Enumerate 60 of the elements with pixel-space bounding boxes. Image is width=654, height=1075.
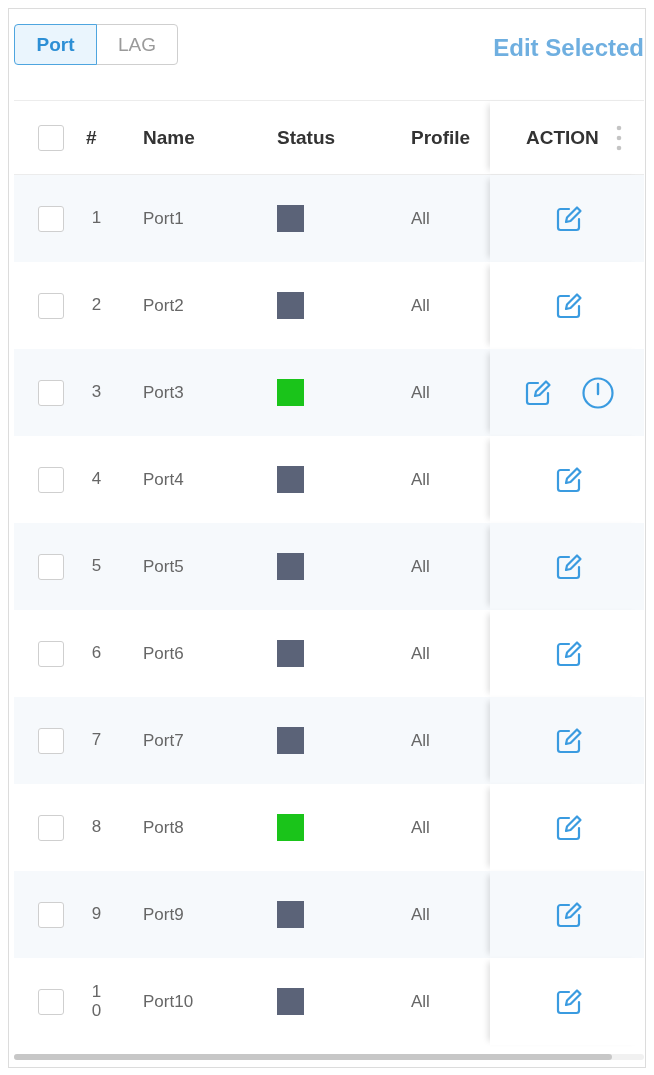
port-name: Port9	[143, 904, 184, 925]
row-checkbox[interactable]	[38, 988, 64, 1015]
row-number: 2	[91, 296, 102, 315]
column-header: Status	[277, 126, 336, 149]
row-number: 9	[91, 905, 102, 924]
column-header: ACTION	[526, 126, 599, 149]
row-checkbox[interactable]	[38, 901, 64, 928]
port-name: Port3	[143, 382, 184, 403]
port-name: Port8	[143, 817, 184, 838]
column-header: Profile	[411, 126, 471, 149]
port-name: Port6	[143, 643, 184, 664]
port-name: Port5	[143, 556, 184, 577]
profile-value: All	[411, 556, 430, 577]
power-icon[interactable]	[582, 376, 614, 409]
profile-value: All	[411, 469, 430, 490]
row-checkbox[interactable]	[38, 205, 64, 232]
row-number: 7	[91, 731, 102, 750]
edit-icon[interactable]	[555, 552, 583, 581]
port-name: Port10	[143, 991, 194, 1012]
edit-icon[interactable]	[555, 900, 583, 929]
row-checkbox[interactable]	[38, 292, 64, 319]
port-name: Port4	[143, 469, 184, 490]
profile-value: All	[411, 382, 430, 403]
port-name: Port2	[143, 295, 184, 316]
edit-icon[interactable]	[555, 726, 583, 755]
edit-icon[interactable]	[555, 291, 583, 320]
column-header: #	[86, 126, 97, 149]
edit-icon[interactable]	[555, 465, 583, 494]
row-checkbox[interactable]	[38, 553, 64, 580]
profile-value: All	[411, 643, 430, 664]
row-number: 3	[91, 383, 102, 402]
port-name: Port1	[143, 208, 184, 229]
row-number: 10	[91, 982, 102, 1021]
row-number: 8	[91, 818, 102, 837]
row-checkbox[interactable]	[38, 466, 64, 493]
row-number: 1	[91, 209, 102, 228]
row-checkbox[interactable]	[38, 379, 64, 406]
tab[interactable]: LAG	[96, 24, 178, 65]
port-name: Port7	[143, 730, 184, 751]
profile-value: All	[411, 730, 430, 751]
profile-value: All	[411, 295, 430, 316]
edit-icon[interactable]	[555, 813, 583, 842]
select-all-checkbox[interactable]	[38, 124, 64, 151]
row-number: 6	[91, 644, 102, 663]
edit-icon[interactable]	[555, 639, 583, 668]
edit-icon[interactable]	[555, 204, 583, 233]
row-number: 5	[91, 557, 102, 576]
row-checkbox[interactable]	[38, 814, 64, 841]
row-checkbox[interactable]	[38, 640, 64, 667]
profile-value: All	[411, 991, 430, 1012]
row-checkbox[interactable]	[38, 727, 64, 754]
column-header: Name	[143, 126, 195, 149]
edit-icon[interactable]	[555, 987, 583, 1016]
profile-value: All	[411, 208, 430, 229]
tab[interactable]: Port	[14, 24, 97, 65]
profile-value: All	[411, 904, 430, 925]
edit-icon[interactable]	[524, 378, 552, 407]
profile-value: All	[411, 817, 430, 838]
row-number: 4	[91, 470, 102, 489]
kebab-menu-icon[interactable]	[615, 124, 622, 151]
